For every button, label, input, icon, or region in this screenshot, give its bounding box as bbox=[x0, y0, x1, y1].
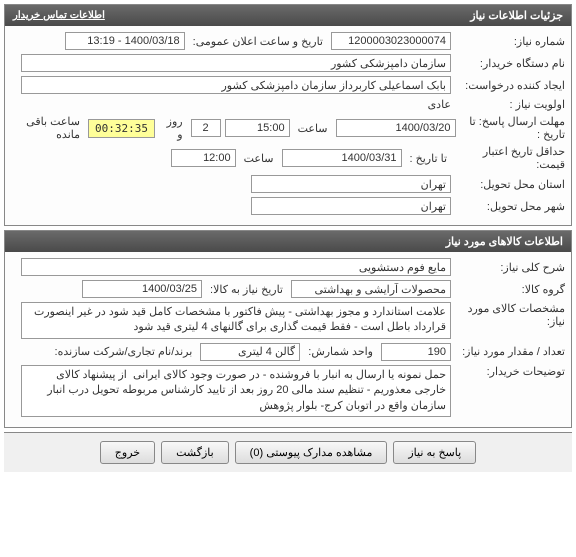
spec-label: مشخصات کالای مورد نیاز: bbox=[455, 302, 565, 328]
announce-label: تاریخ و ساعت اعلان عمومی: bbox=[189, 35, 327, 48]
delivery-city-field[interactable] bbox=[251, 197, 451, 215]
section1-header: جزئیات اطلاعات نیاز اطلاعات تماس خریدار bbox=[5, 5, 571, 26]
section2-title: اطلاعات کالاهای مورد نیاز bbox=[446, 235, 563, 248]
need-details-section: جزئیات اطلاعات نیاز اطلاعات تماس خریدار … bbox=[4, 4, 572, 226]
notes-label: توضیحات خریدار: bbox=[455, 365, 565, 378]
validity-until-label: تا تاریخ : bbox=[406, 152, 451, 165]
group-label: گروه کالا: bbox=[455, 283, 565, 296]
validity-time-field[interactable] bbox=[171, 149, 236, 167]
deadline-label: مهلت ارسال پاسخ: تا تاریخ : bbox=[460, 115, 565, 141]
validity-time-label: ساعت bbox=[240, 152, 278, 165]
section1-body: شماره نیاز: تاریخ و ساعت اعلان عمومی: نا… bbox=[5, 26, 571, 225]
delivery-province-label: استان محل تحویل: bbox=[455, 178, 565, 191]
exit-button[interactable]: خروج bbox=[100, 441, 155, 464]
desc-field[interactable] bbox=[21, 258, 451, 276]
section2-body: شرح کلی نیاز: گروه کالا: تاریخ نیاز به ک… bbox=[5, 252, 571, 427]
delivery-city-label: شهر محل تحویل: bbox=[455, 200, 565, 213]
qty-field[interactable] bbox=[381, 343, 451, 361]
announce-date-field[interactable] bbox=[65, 32, 185, 50]
group-field[interactable] bbox=[291, 280, 451, 298]
deadline-time-field[interactable] bbox=[225, 119, 290, 137]
need-date-label: تاریخ نیاز به کالا: bbox=[206, 283, 287, 296]
validity-date-field[interactable] bbox=[282, 149, 402, 167]
notes-field[interactable] bbox=[21, 365, 451, 417]
back-button[interactable]: بازگشت bbox=[161, 441, 229, 464]
attachments-button[interactable]: مشاهده مدارک پیوستی (0) bbox=[235, 441, 388, 464]
section2-header: اطلاعات کالاهای مورد نیاز bbox=[5, 231, 571, 252]
desc-label: شرح کلی نیاز: bbox=[455, 261, 565, 274]
need-number-label: شماره نیاز: bbox=[455, 35, 565, 48]
button-bar: پاسخ به نیاز مشاهده مدارک پیوستی (0) باز… bbox=[4, 432, 572, 472]
goods-info-section: اطلاعات کالاهای مورد نیاز شرح کلی نیاز: … bbox=[4, 230, 572, 428]
buyer-org-label: نام دستگاه خریدار: bbox=[455, 57, 565, 70]
buyer-org-field[interactable] bbox=[21, 54, 451, 72]
requester-field[interactable] bbox=[21, 76, 451, 94]
deadline-time-label: ساعت bbox=[294, 122, 332, 135]
reply-button[interactable]: پاسخ به نیاز bbox=[393, 441, 476, 464]
days-label: روز و bbox=[159, 115, 187, 141]
validity-label: حداقل تاریخ اعتبار قیمت: bbox=[455, 145, 565, 171]
spec-field[interactable] bbox=[21, 302, 451, 339]
remain-label: ساعت باقی مانده bbox=[11, 115, 84, 141]
deadline-date-field[interactable] bbox=[336, 119, 456, 137]
priority-label: اولویت نیاز : bbox=[455, 98, 565, 111]
buyer-contact-link[interactable]: اطلاعات تماس خریدار bbox=[13, 10, 105, 21]
unit-field[interactable] bbox=[200, 343, 300, 361]
brand-label: برند/نام تجاری/شرکت سازنده: bbox=[51, 345, 197, 358]
priority-value: عادی bbox=[428, 98, 451, 111]
qty-label: تعداد / مقدار مورد نیاز: bbox=[455, 345, 565, 358]
delivery-province-field[interactable] bbox=[251, 175, 451, 193]
need-date-field[interactable] bbox=[82, 280, 202, 298]
section1-title: جزئیات اطلاعات نیاز bbox=[470, 9, 563, 22]
requester-label: ایجاد کننده درخواست: bbox=[455, 79, 565, 92]
days-remain-field[interactable] bbox=[191, 119, 221, 137]
unit-label: واحد شمارش: bbox=[304, 345, 377, 358]
need-number-field[interactable] bbox=[331, 32, 451, 50]
countdown-timer: 00:32:35 bbox=[88, 119, 155, 138]
